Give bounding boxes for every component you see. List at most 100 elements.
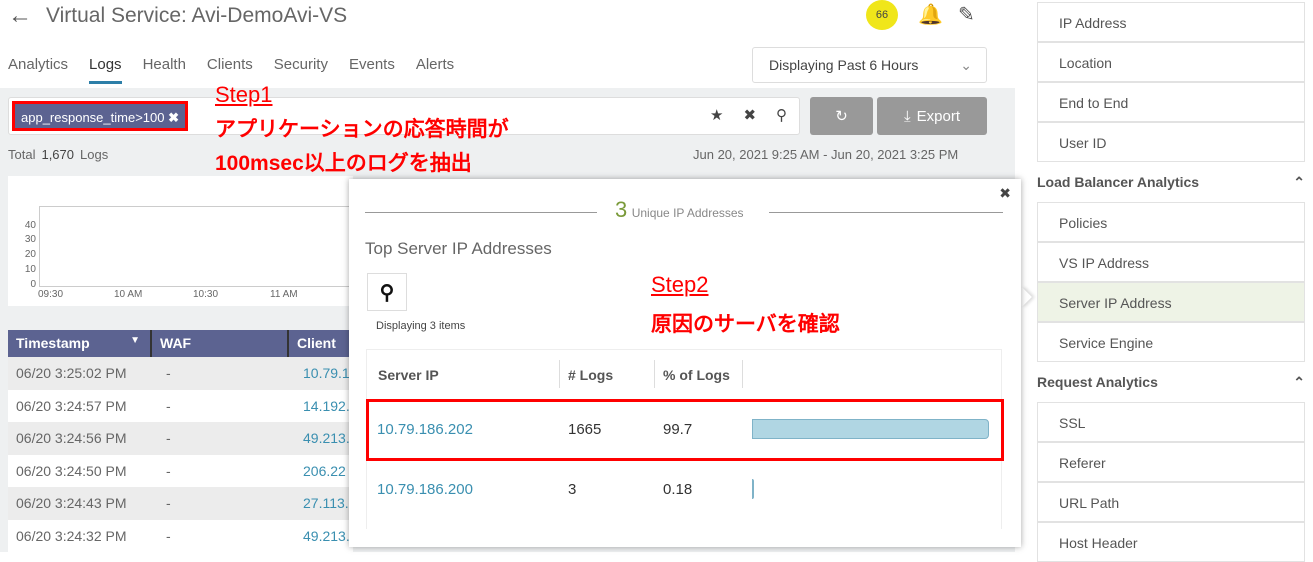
tab-logs[interactable]: Logs [89,56,122,84]
x-tick: 10 AM [114,289,143,300]
sort-down-icon: ▼ [130,335,140,346]
sidebar-item-url-path[interactable]: URL Path [1037,482,1305,522]
percent-bar [752,479,754,499]
section-load-balancer-analytics[interactable]: Load Balancer Analytics ⌃ [1037,174,1305,190]
column-timestamp[interactable]: Timestamp ▼ [8,330,152,357]
column-waf[interactable]: WAF [152,330,289,357]
table-row[interactable]: 06/20 3:24:32 PM - 49.213. [8,519,353,553]
total-count: 1,670 [41,147,75,162]
column-label: Timestamp [16,335,90,351]
tab-bar: Analytics Logs Health Clients Security E… [8,56,475,84]
search-icon[interactable]: ⚲ [367,273,407,311]
timestamp-cell: 06/20 3:24:57 PM [16,397,127,414]
annotation-step1-line1: アプリケーションの応答時間が [215,118,509,141]
waf-cell: - [166,365,171,381]
server-ip-row[interactable]: 10.79.186.200 3 0.18 [367,460,1001,520]
timestamp-cell: 06/20 3:24:43 PM [16,495,127,511]
tab-events[interactable]: Events [349,56,395,84]
chevron-up-icon: ⌃ [1293,374,1305,390]
tab-alerts[interactable]: Alerts [416,56,454,84]
export-label: Export [916,107,960,125]
timestamp-cell: 06/20 3:24:32 PM [16,527,127,544]
chevron-down-icon: ⌄ [960,56,972,73]
x-tick: 09:30 [38,289,64,300]
time-range-select[interactable]: Displaying Past 6 Hours ⌄ [752,47,987,83]
chart-plot-area [39,206,359,287]
edit-pencil-icon[interactable]: ✎ [958,2,975,27]
tab-analytics[interactable]: Analytics [8,56,68,84]
x-tick: 11 AM [270,289,298,300]
remove-chip-icon[interactable]: ✖ [168,110,179,125]
annotation-step1-line2: 100msec以上のログを抽出 [215,152,472,175]
client-ip-link[interactable]: 206.22 [303,463,353,479]
client-ip-link[interactable]: 27.113.2 [303,495,353,511]
sidebar-item-user-id[interactable]: User ID [1037,122,1305,162]
export-button[interactable]: ⤓ Export [877,97,987,135]
section-label: Request Analytics [1037,374,1158,390]
log-percent: 0.18 [663,481,693,498]
client-ip-link[interactable]: 14.192. [303,398,353,414]
table-row[interactable]: 06/20 3:25:02 PM - 10.79.1 [8,357,353,390]
table-row[interactable]: 06/20 3:24:56 PM - 49.213. [8,422,353,455]
section-request-analytics[interactable]: Request Analytics ⌃ [1037,374,1305,390]
waf-cell: - [166,430,171,446]
filter-chip[interactable]: app_response_time>100 ✖ [12,101,189,131]
sidebar-item-location[interactable]: Location [1037,42,1305,82]
waf-cell: - [166,462,171,479]
table-row[interactable]: 06/20 3:24:50 PM - 206.22 [8,454,353,488]
bell-icon[interactable]: 🔔 [918,2,943,27]
unique-count-label: Unique IP Addresses [631,206,744,220]
tab-security[interactable]: Security [274,56,328,84]
filter-chip-label: app_response_time>100 [21,110,165,125]
divider [769,212,1003,213]
sidebar-item-policies[interactable]: Policies [1037,202,1305,242]
sidebar-item-ip-address[interactable]: IP Address [1037,2,1305,42]
client-ip-link[interactable]: 49.213. [303,430,353,446]
sidebar-item-service-engine[interactable]: Service Engine [1037,322,1305,362]
tab-health[interactable]: Health [143,56,186,84]
logs-histogram[interactable]: 40 30 20 10 0 09:30 10 AM 10:30 11 AM [8,176,359,306]
back-arrow-icon[interactable]: ← [8,2,32,30]
waf-cell: - [166,495,171,511]
time-range-value: Displaying Past 6 Hours [769,57,919,73]
health-score-badge[interactable]: 66 [866,0,898,30]
section-label: Load Balancer Analytics [1037,174,1200,190]
page-header: ← Virtual Service: Avi-DemoAvi-VS [8,2,347,30]
refresh-button[interactable]: ↻ [810,97,873,135]
unique-count: 3 Unique IP Addresses [615,197,744,223]
search-icon[interactable]: ⚲ [776,106,787,124]
server-ip-popup: 3 Unique IP Addresses ✖ Top Server IP Ad… [349,179,1021,547]
unique-count-value: 3 [615,197,628,222]
sidebar-item-ssl[interactable]: SSL [1037,402,1305,442]
clear-icon[interactable]: ✖ [743,106,756,124]
sidebar-item-referer[interactable]: Referer [1037,442,1305,482]
table-row[interactable]: 06/20 3:24:57 PM - 14.192. [8,389,353,423]
star-icon[interactable]: ★ [710,106,723,124]
highlight-box [366,399,1004,461]
column-pct-logs[interactable]: % of Logs [663,367,730,383]
sidebar-item-vs-ip-address[interactable]: VS IP Address [1037,242,1305,282]
waf-cell: - [166,397,171,414]
displaying-count: Displaying 3 items [376,320,466,332]
sidebar-item-host-header[interactable]: Host Header [1037,522,1305,562]
sidebar-item-end-to-end[interactable]: End to End [1037,82,1305,122]
annotation-step2-line1: 原因のサーバを確認 [651,313,840,336]
annotation-step2: Step2 [651,272,709,297]
page-title: Virtual Service: Avi-DemoAvi-VS [46,4,348,27]
server-ip-link[interactable]: 10.79.186.200 [377,481,473,498]
date-range: Jun 20, 2021 9:25 AM - Jun 20, 2021 3:25… [693,147,959,162]
column-client[interactable]: Client [289,330,353,357]
sidebar-item-server-ip-address[interactable]: Server IP Address [1037,282,1305,322]
popup-title: Top Server IP Addresses [365,239,552,258]
close-icon[interactable]: ✖ [999,185,1011,202]
timestamp-cell: 06/20 3:24:50 PM [16,462,127,479]
waf-cell: - [166,527,171,544]
divider [365,212,597,213]
column-server-ip[interactable]: Server IP [378,367,439,383]
download-icon: ⤓ [904,107,911,125]
tab-clients[interactable]: Clients [207,56,253,84]
client-ip-link[interactable]: 10.79.1 [303,365,353,381]
column-logs[interactable]: # Logs [568,367,613,383]
client-ip-link[interactable]: 49.213. [303,528,353,544]
table-row[interactable]: 06/20 3:24:43 PM - 27.113.2 [8,487,353,520]
